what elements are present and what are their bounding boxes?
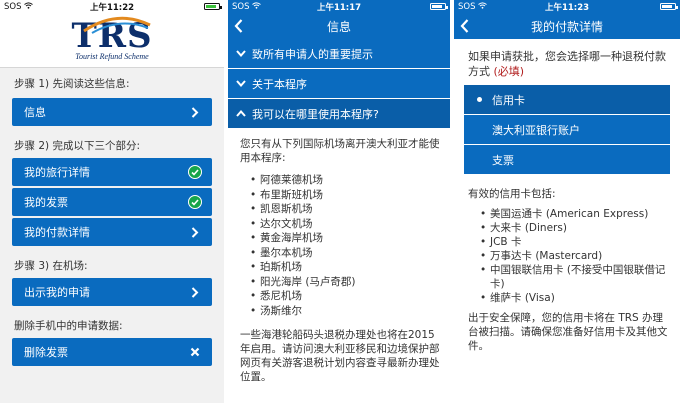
chevron-left-icon	[460, 19, 469, 33]
list-item: 阳光海岸 (马卢奇郡)	[250, 275, 440, 290]
battery-icon	[430, 3, 448, 10]
status-time: 上午11:17	[316, 2, 362, 13]
delete-label: 删除手机中的申请数据:	[14, 319, 123, 332]
list-item: 中国银联信用卡 (不接受中国银联借记卡)	[480, 263, 668, 291]
list-item: 达尔文机场	[250, 217, 440, 232]
list-item: 黄金海岸机场	[250, 231, 440, 246]
show-application-label: 出示我的申请	[24, 286, 90, 299]
payment-method-question: 如果申请获批，您会选择哪一种退税付款方式 (必填)	[454, 39, 680, 85]
list-item: JCB 卡	[480, 235, 668, 249]
status-time: 上午11:23	[544, 2, 590, 13]
list-item: 珀斯机场	[250, 260, 440, 275]
list-item: 维萨卡 (Visa)	[480, 291, 668, 305]
status-time: 上午11:22	[89, 2, 135, 13]
battery-icon	[204, 3, 222, 10]
accordion-label: 关于本程序	[252, 77, 307, 91]
show-application-button[interactable]: 出示我的申请	[12, 278, 212, 306]
payment-screen: SOS 上午11:23 我的付款详情 如果申请获批，您会选择哪一种退税付款方式 …	[454, 0, 680, 403]
travel-details-label: 我的旅行详情	[24, 166, 90, 179]
seaport-note: 一些海港轮船码头退税办理处也将在2015年启用。请访问澳大利亚移民和边境保护部网…	[240, 329, 440, 383]
step1-section: 步骤 1) 先阅读这些信息: 信息	[0, 68, 224, 126]
valid-cards-label: 有效的信用卡包括:	[468, 188, 556, 200]
list-item: 悉尼机场	[250, 289, 440, 304]
chevron-down-icon	[236, 80, 246, 87]
required-marker: (必填)	[493, 65, 525, 78]
step2-label: 步骤 2) 完成以下三个部分:	[14, 139, 140, 152]
back-button[interactable]	[234, 18, 250, 34]
trs-logo: TRS Tourist Refund Scheme	[0, 13, 224, 67]
info-button[interactable]: 信息	[12, 98, 212, 126]
logo-swoosh-icon	[83, 16, 151, 34]
card-list: 美国运通卡 (American Express) 大来卡 (Diners) JC…	[480, 207, 668, 305]
option-label: 支票	[492, 153, 514, 167]
accordion-about-app[interactable]: 关于本程序	[228, 69, 450, 99]
close-icon	[188, 345, 202, 359]
step3-section: 步骤 3) 在机场: 出示我的申请	[0, 252, 224, 306]
travel-details-button[interactable]: 我的旅行详情	[12, 158, 212, 186]
step1-label: 步骤 1) 先阅读这些信息:	[14, 77, 130, 90]
airport-list: 阿德莱德机场 布里斯班机场 凯恩斯机场 达尔文机场 黄金海岸机场 墨尔本机场 珀…	[250, 173, 440, 318]
status-bar: SOS 上午11:23	[454, 0, 680, 13]
list-item: 墨尔本机场	[250, 246, 440, 261]
delete-invoices-label: 删除发票	[24, 346, 68, 359]
list-item: 阿德莱德机场	[250, 173, 440, 188]
chevron-left-icon	[234, 19, 243, 33]
invoices-button[interactable]: 我的发票	[12, 188, 212, 216]
list-item: 汤斯维尔	[250, 304, 440, 319]
list-item: 万事达卡 (Mastercard)	[480, 249, 668, 263]
list-item: 美国运通卡 (American Express)	[480, 207, 668, 221]
option-cheque[interactable]: 支票	[464, 145, 670, 175]
option-bank-account[interactable]: 澳大利亚银行账户	[464, 115, 670, 145]
where-to-use-content: 您只有从下列国际机场离开澳大利亚才能使用本程序: 阿德莱德机场 布里斯班机场 凯…	[228, 129, 450, 384]
payment-details-button[interactable]: 我的付款详情	[12, 218, 212, 246]
info-button-label: 信息	[24, 106, 46, 119]
invoices-label: 我的发票	[24, 196, 68, 209]
accordion-where-to-use[interactable]: 我可以在哪里使用本程序?	[228, 99, 450, 129]
payment-options: 信用卡 澳大利亚银行账户 支票	[464, 85, 670, 175]
delete-invoices-button[interactable]: 删除发票	[12, 338, 212, 366]
logo-subtitle: Tourist Refund Scheme	[75, 52, 149, 61]
step3-label: 步骤 3) 在机场:	[14, 259, 88, 272]
nav-bar: 我的付款详情	[454, 13, 680, 39]
option-label: 信用卡	[492, 93, 525, 107]
nav-bar: 信息	[228, 13, 450, 39]
check-circle-icon	[188, 195, 202, 209]
list-item: 大来卡 (Diners)	[480, 221, 668, 235]
valid-cards-section: 有效的信用卡包括: 美国运通卡 (American Express) 大来卡 (…	[454, 175, 680, 353]
airports-intro: 您只有从下列国际机场离开澳大利亚才能使用本程序:	[240, 138, 440, 164]
delete-section: 删除手机中的申请数据: 删除发票	[0, 312, 224, 366]
list-item: 布里斯班机场	[250, 188, 440, 203]
status-bar: SOS 上午11:17	[228, 0, 450, 13]
home-screen: SOS 上午11:22 TRS Tourist Refund Scheme 步骤…	[0, 0, 226, 403]
chevron-down-icon	[236, 50, 246, 57]
chevron-up-icon	[236, 110, 246, 117]
accordion-important-notice[interactable]: 致所有申请人的重要提示	[228, 39, 450, 69]
status-bar: SOS 上午11:22	[0, 0, 224, 13]
security-note: 出于安全保障，您的信用卡将在 TRS 办理台被扫描。请确保您准备好信用卡及其他文…	[468, 312, 668, 352]
chevron-right-icon	[188, 105, 202, 119]
step2-section: 步骤 2) 完成以下三个部分: 我的旅行详情 我的发票 我的付款详情	[0, 132, 224, 246]
option-label: 澳大利亚银行账户	[492, 123, 580, 137]
page-title: 我的付款详情	[530, 19, 603, 34]
option-credit-card[interactable]: 信用卡	[464, 85, 670, 115]
info-screen: SOS 上午11:17 信息 致所有申请人的重要提示 关于本程序 我可以在哪里使…	[228, 0, 452, 403]
selected-dot-icon	[474, 97, 484, 102]
accordion-label: 致所有申请人的重要提示	[252, 47, 373, 61]
payment-details-label: 我的付款详情	[24, 226, 90, 239]
back-button[interactable]	[460, 18, 476, 34]
list-item: 凯恩斯机场	[250, 202, 440, 217]
accordion-label: 我可以在哪里使用本程序?	[252, 107, 379, 121]
check-circle-icon	[188, 165, 202, 179]
chevron-right-icon	[188, 225, 202, 239]
chevron-right-icon	[188, 285, 202, 299]
battery-icon	[660, 3, 678, 10]
page-title: 信息	[326, 19, 351, 34]
